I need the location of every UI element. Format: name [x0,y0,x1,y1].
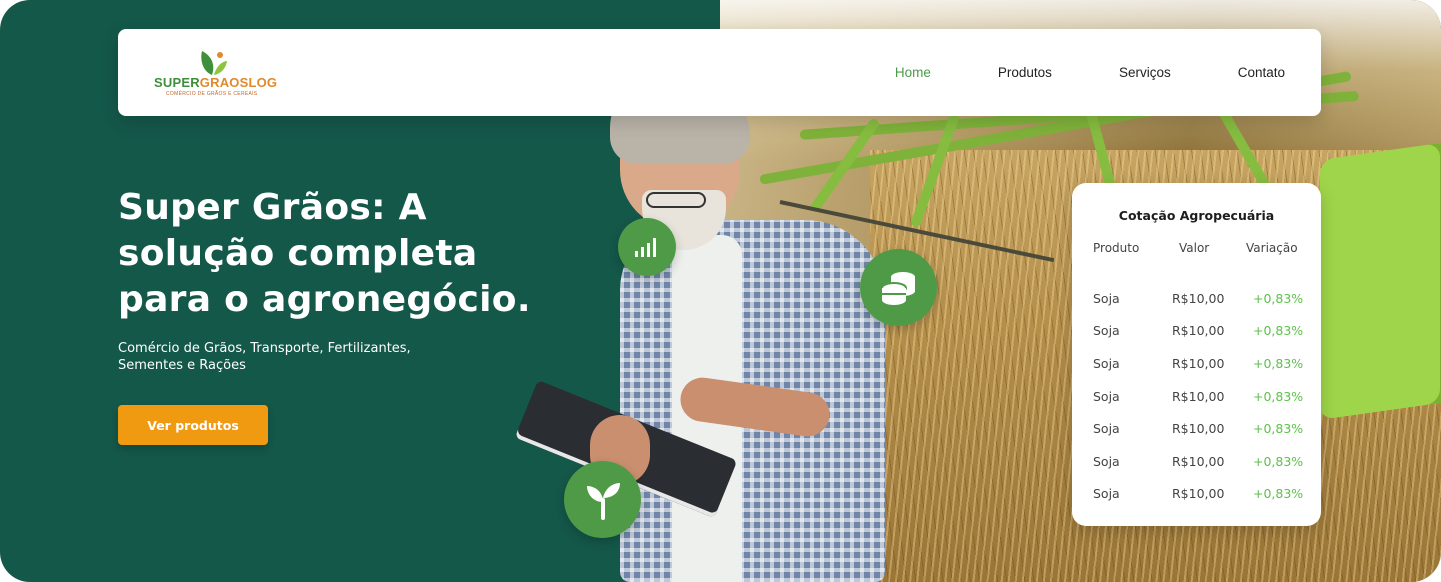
product-cell: Soja [1093,454,1120,469]
table-row: Soja R$10,00 +0,83% [1072,421,1321,441]
table-row: Soja R$10,00 +0,83% [1072,323,1321,343]
product-cell: Soja [1093,389,1120,404]
value-cell: R$10,00 [1172,486,1225,501]
logo-tagline: COMÉRCIO DE GRÃOS E CEREAIS [166,91,258,97]
column-header-change: Variação [1246,241,1298,255]
table-row: Soja R$10,00 +0,83% [1072,389,1321,409]
view-products-button[interactable]: Ver produtos [118,405,268,445]
main-nav: Home Produtos Serviços Contato [828,29,1285,116]
table-row: Soja R$10,00 +0,83% [1072,356,1321,376]
nav-servicos[interactable]: Serviços [1119,65,1171,80]
table-row: Soja R$10,00 +0,83% [1072,454,1321,474]
product-cell: Soja [1093,421,1120,436]
hero-title: Super Grãos: A solução completa para o a… [118,187,531,320]
product-cell: Soja [1093,291,1120,306]
farmer-glasses [646,192,706,208]
column-header-value: Valor [1179,241,1210,255]
nav-home[interactable]: Home [895,65,931,80]
change-cell: +0,83% [1253,389,1304,404]
nav-contato[interactable]: Contato [1238,65,1285,80]
value-cell: R$10,00 [1172,421,1225,436]
logo-wordmark: SUPERGRAOSLOG [154,75,278,90]
product-cell: Soja [1093,356,1120,371]
sprout-icon [564,461,641,538]
value-cell: R$10,00 [1172,291,1225,306]
quote-card: Cotação Agropecuária Produto Valor Varia… [1072,183,1321,526]
hero-subtitle: Comércio de Grãos, Transporte, Fertiliza… [118,341,411,373]
change-cell: +0,83% [1253,356,1304,371]
quote-card-title: Cotação Agropecuária [1118,208,1275,223]
product-cell: Soja [1093,486,1120,501]
harvester-body [1320,140,1441,420]
product-cell: Soja [1093,323,1120,338]
coins-icon [860,249,937,326]
change-cell: +0,83% [1253,291,1304,306]
change-cell: +0,83% [1253,454,1304,469]
table-row: Soja R$10,00 +0,83% [1072,486,1321,506]
change-cell: +0,83% [1253,486,1304,501]
table-row: Soja R$10,00 +0,83% [1072,291,1321,311]
value-cell: R$10,00 [1172,323,1225,338]
column-header-product: Produto [1093,241,1140,255]
value-cell: R$10,00 [1172,454,1225,469]
top-navbar: SUPERGRAOSLOG COMÉRCIO DE GRÃOS E CEREAI… [118,29,1321,116]
change-cell: +0,83% [1253,323,1304,338]
value-cell: R$10,00 [1172,356,1225,371]
change-cell: +0,83% [1253,421,1304,436]
hero-banner: SUPERGRAOSLOG COMÉRCIO DE GRÃOS E CEREAI… [0,0,1441,582]
bar-chart-icon [618,218,676,276]
nav-produtos[interactable]: Produtos [998,65,1052,80]
logo[interactable]: SUPERGRAOSLOG COMÉRCIO DE GRÃOS E CEREAI… [154,47,284,99]
leaf-logo-icon [201,51,227,75]
value-cell: R$10,00 [1172,389,1225,404]
